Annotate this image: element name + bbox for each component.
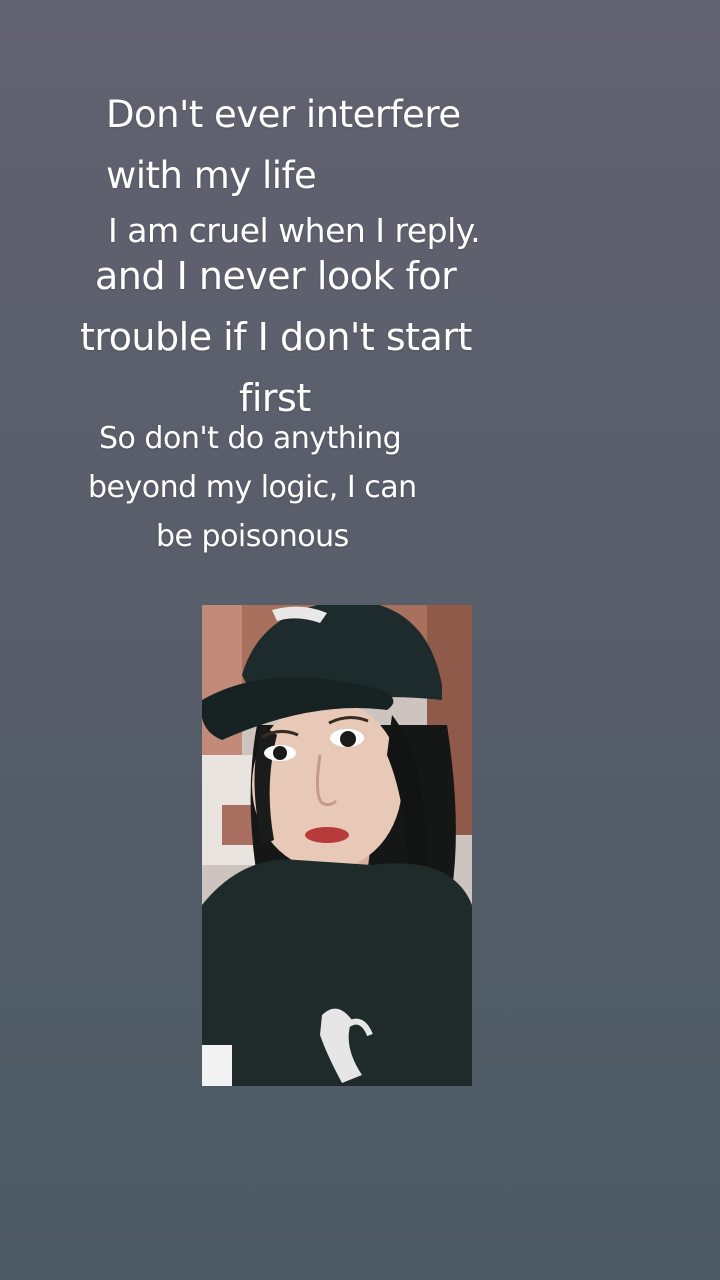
quote-line-1: Don't ever interfere (106, 93, 461, 136)
face-shape (252, 700, 402, 870)
quote-line-8: beyond my logic, I can (88, 470, 417, 505)
quote-line-5: trouble if I don't start (80, 315, 472, 359)
quote-line-4: and I never look for (95, 254, 457, 298)
quote-line-3: I am cruel when I reply. (108, 211, 481, 250)
quote-line-7: So don't do anything (99, 421, 402, 456)
selfie-photo (202, 605, 472, 1086)
quote-line-6: first (239, 376, 311, 420)
quote-line-9: be poisonous (156, 519, 349, 554)
quote-line-2: with my life (106, 154, 317, 197)
selfie-illustration (202, 605, 472, 1086)
